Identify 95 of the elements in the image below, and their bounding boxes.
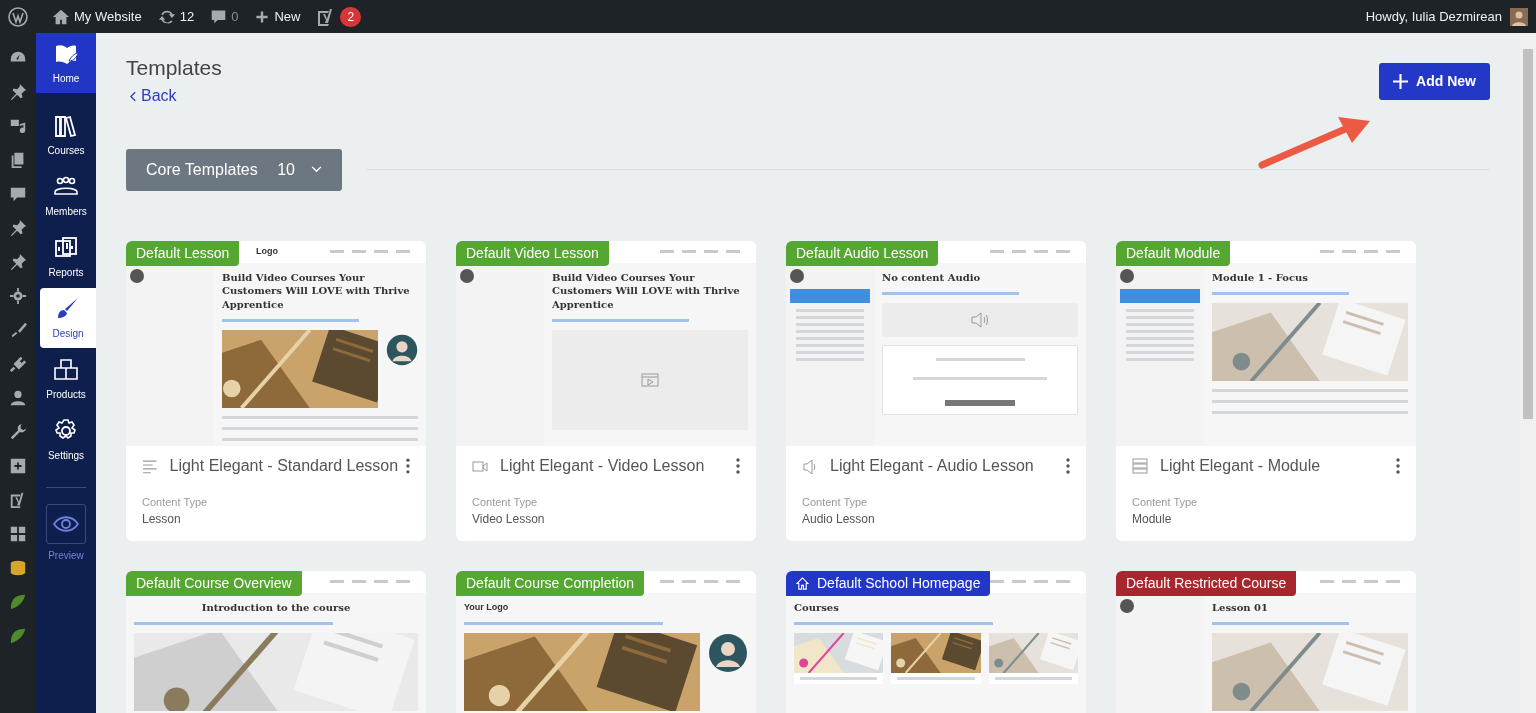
coins-icon[interactable] (9, 559, 27, 577)
plus-box-icon[interactable] (9, 457, 27, 475)
page-title: Templates (126, 55, 222, 81)
template-title: Light Elegant - Video Lesson (500, 455, 705, 476)
template-card[interactable]: Default Audio Lesson No content Audio Light Elegant - Audio Lesson Content Type Audio Lesson (786, 240, 1086, 541)
nav-item[interactable]: Settings (36, 410, 96, 470)
home-icon[interactable] (52, 7, 70, 26)
wordpress-logo-icon[interactable] (8, 6, 28, 27)
speaker-icon (970, 312, 990, 329)
preview-heading: Module 1 - Focus (1212, 270, 1309, 285)
nav-item[interactable]: Preview (36, 504, 96, 563)
template-tag: Default Restricted Course (1116, 570, 1297, 596)
template-card[interactable]: Default Restricted Course Lesson 01 (1116, 570, 1416, 713)
avatar-icon (1120, 598, 1134, 613)
template-tag: Default Module (1116, 240, 1231, 266)
home-icon (796, 576, 809, 590)
template-tag: Default Course Overview (126, 570, 302, 596)
content-type-label: Content Type (472, 494, 539, 510)
comment-count: 0 (231, 7, 239, 26)
pin-icon[interactable] (9, 83, 27, 101)
content-type-value: Lesson (142, 511, 182, 529)
back-link[interactable]: Back (130, 84, 177, 109)
nav-item[interactable]: Reports (36, 227, 96, 287)
stack-icon (1132, 457, 1148, 474)
new-link[interactable]: New (274, 6, 301, 27)
scrollbar[interactable] (1520, 33, 1536, 713)
add-new-button[interactable]: Add New (1379, 63, 1490, 100)
scrollbar-thumb[interactable] (1523, 49, 1533, 419)
update-count: 12 (179, 7, 195, 26)
preview-heading: Build Video Courses Your Customers Will LOVE with Thrive Apprentice (552, 270, 741, 312)
template-card[interactable]: Default Module Module 1 - Focus Light Elegant - Module Content Type Module (1116, 240, 1416, 541)
notification-badge: 2 (340, 6, 362, 27)
comment-icon[interactable] (9, 185, 27, 203)
settings-icon[interactable] (9, 287, 27, 305)
boxes-icon (53, 356, 79, 383)
avatar-icon[interactable] (1510, 7, 1528, 26)
template-tag: Default Lesson (126, 240, 240, 266)
template-card[interactable]: Default Video Lesson Build Video Courses Your Customers Will LOVE with Thrive Apprentice Light Elegant - Video Lesson Content Type Video Lesson (456, 240, 756, 541)
nav-item[interactable]: Home (36, 33, 96, 93)
plus-icon[interactable] (254, 8, 271, 25)
template-tag: Default School Homepage (786, 570, 991, 596)
content-type-value: Module (1132, 511, 1173, 529)
template-card[interactable]: Default School Homepage Courses (786, 570, 1086, 713)
avatar-icon (130, 268, 144, 283)
preview-heading: Courses (794, 600, 840, 615)
content-type-value: Audio Lesson (802, 511, 876, 529)
nav-item[interactable]: Members (36, 166, 96, 226)
preview-heading: Lesson 01 (1212, 600, 1269, 615)
user-icon[interactable] (9, 389, 27, 407)
content-type-label: Content Type (802, 494, 869, 510)
site-name-link[interactable]: My Website (74, 6, 142, 27)
leaf-icon[interactable] (9, 627, 27, 645)
template-title: Light Elegant - Module (1160, 455, 1321, 476)
nav-item[interactable]: Design (40, 288, 96, 348)
logo-text: Logo (256, 244, 278, 258)
plus-icon (1393, 74, 1409, 89)
template-card[interactable]: Default Course Completion Your Logo (456, 570, 756, 713)
greeting-link[interactable]: Howdy, Iulia Dezmirean (1365, 6, 1502, 27)
wrench-icon[interactable] (9, 423, 27, 441)
comment-icon[interactable] (210, 8, 228, 25)
content-type-label: Content Type (1132, 494, 1199, 510)
preview-heading: Build Video Courses Your Customers Will LOVE with Thrive Apprentice (222, 270, 411, 312)
video-player-icon (641, 373, 659, 388)
template-title: Light Elegant - Standard Lesson (169, 455, 399, 476)
more-options-icon[interactable] (736, 457, 740, 474)
nav-item[interactable]: Courses (36, 105, 96, 165)
more-options-icon[interactable] (1396, 457, 1400, 474)
chevron-left-icon (130, 90, 137, 102)
pin-icon[interactable] (9, 219, 27, 237)
nav-item[interactable]: Products (36, 349, 96, 409)
content-type-label: Content Type (142, 494, 209, 510)
preview-heading: Introduction to the course (200, 600, 352, 615)
template-tag: Default Video Lesson (456, 240, 609, 266)
template-title: Light Elegant - Audio Lesson (830, 455, 1034, 476)
content-type-value: Video Lesson (472, 511, 546, 529)
avatar-icon (708, 633, 748, 674)
logo-text: Your Logo (464, 600, 510, 614)
avatar-icon (790, 268, 804, 283)
grid-icon[interactable] (9, 525, 27, 543)
template-tag: Default Audio Lesson (786, 240, 939, 266)
media-icon[interactable] (9, 117, 27, 135)
leaf-icon[interactable] (9, 593, 27, 611)
avatar-icon (1120, 268, 1134, 283)
template-card[interactable]: Default Course Overview Introduction to the course (126, 570, 426, 713)
chevron-down-icon (311, 166, 322, 174)
avatar-icon (460, 268, 474, 283)
filter-dropdown[interactable]: Core Templates 10 (126, 148, 342, 191)
more-options-icon[interactable] (406, 457, 410, 474)
more-options-icon[interactable] (1066, 457, 1070, 474)
template-card[interactable]: Default Lesson Logo Build Video Courses Your Customers Will LOVE with Thrive Apprentice Light Elegant - Standard Lesson Content Type Lesson (126, 240, 426, 541)
speaker-icon (802, 457, 818, 474)
template-tag: Default Course Completion (456, 570, 645, 596)
pin-icon[interactable] (9, 253, 27, 271)
preview-heading: No content Audio (882, 270, 982, 285)
plug-icon[interactable] (9, 355, 27, 373)
